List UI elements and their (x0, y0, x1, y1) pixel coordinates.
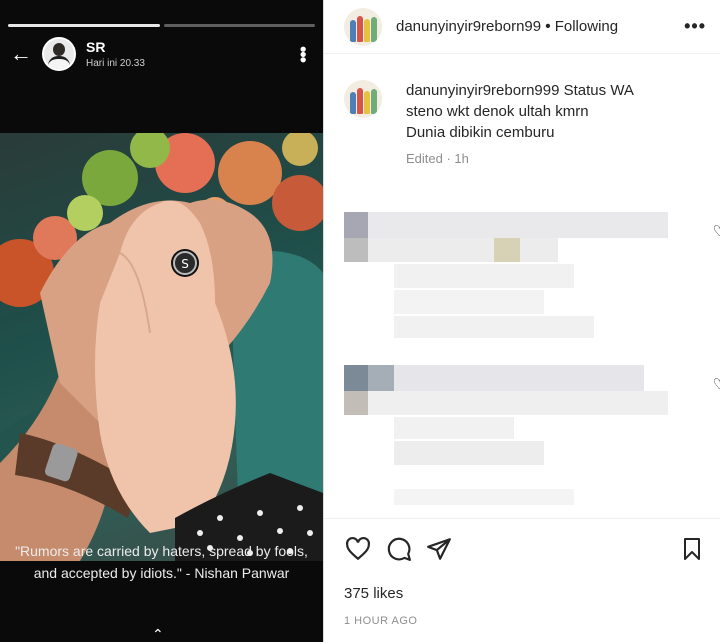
edited-timestamp: Edited · 1h (406, 151, 469, 166)
post-caption: danunyinyir9reborn999 Status WA steno wk… (324, 54, 720, 143)
post-author-username[interactable]: danunyinyir9reborn99 (396, 18, 541, 35)
more-vertical-icon[interactable]: ••• (292, 46, 313, 62)
chevron-up-icon[interactable]: ⌃ (152, 626, 164, 642)
caption-text-line-1: Status WA (563, 82, 634, 99)
bookmark-icon[interactable] (680, 536, 704, 562)
post-time-ago: 1 HOUR AGO (344, 615, 418, 627)
story-photo: S (0, 133, 323, 561)
caption-username[interactable]: danunyinyir9reborn999 (406, 82, 559, 99)
comment-item-blurred: ♡ (344, 212, 720, 342)
separator-dot: • (545, 17, 551, 35)
story-author-name[interactable]: SR (86, 39, 145, 55)
heart-small-icon[interactable]: ♡ (713, 375, 720, 393)
comment-icon[interactable] (386, 536, 412, 562)
heart-icon[interactable] (344, 536, 372, 562)
story-viewer: ← SR Hari ini 20.33 ••• S "Rumors are ca… (0, 0, 323, 642)
divider (324, 518, 720, 519)
comment-item-blurred: ♡ (344, 365, 720, 505)
post-actions (344, 535, 704, 563)
following-button[interactable]: Following (555, 18, 618, 35)
story-header: ← SR Hari ini 20.33 ••• (0, 34, 323, 74)
story-avatar[interactable] (42, 37, 76, 71)
caption-text-line-3: Dunia dibikin cemburu (406, 124, 555, 141)
post-panel: danunyinyir9reborn99 • Following ••• dan… (323, 0, 720, 642)
caption-author-avatar[interactable] (344, 80, 382, 118)
heart-small-icon[interactable]: ♡ (713, 222, 720, 240)
story-timestamp: Hari ini 20.33 (86, 58, 145, 69)
more-horizontal-icon[interactable]: ••• (684, 16, 706, 37)
post-author-avatar[interactable] (344, 7, 382, 46)
story-progress (8, 24, 315, 27)
story-quote: "Rumors are carried by haters, spread by… (15, 543, 308, 581)
holding-hands-image: S (0, 133, 323, 561)
story-progress-segment (8, 24, 160, 27)
story-progress-segment (163, 24, 315, 27)
ring-initial: S (181, 257, 189, 271)
likes-count[interactable]: 375 likes (344, 585, 403, 602)
post-header: danunyinyir9reborn99 • Following ••• (324, 0, 720, 54)
send-icon[interactable] (426, 536, 452, 562)
caption-text-line-2: steno wkt denok ultah kmrn (406, 103, 589, 120)
arrow-left-icon[interactable]: ← (10, 41, 36, 67)
